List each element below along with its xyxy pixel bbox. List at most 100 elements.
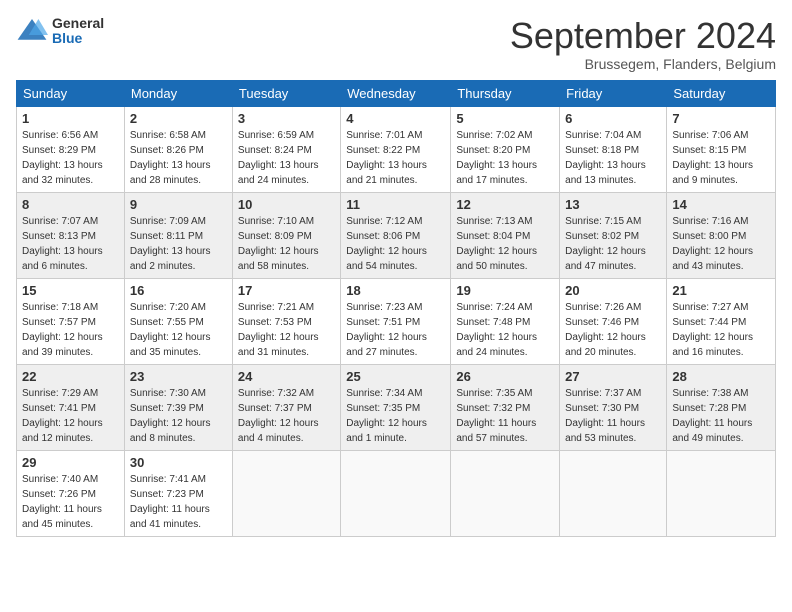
day-number: 12 <box>456 197 554 212</box>
day-info: Sunrise: 7:37 AMSunset: 7:30 PMDaylight:… <box>565 388 645 444</box>
calendar-cell: 11Sunrise: 7:12 AMSunset: 8:06 PMDayligh… <box>341 192 451 278</box>
calendar-cell <box>560 450 667 536</box>
day-info: Sunrise: 7:40 AMSunset: 7:26 PMDaylight:… <box>22 474 102 530</box>
day-header-wednesday: Wednesday <box>341 80 451 106</box>
day-number: 21 <box>672 283 770 298</box>
calendar-cell: 1Sunrise: 6:56 AMSunset: 8:29 PMDaylight… <box>17 106 125 192</box>
day-info: Sunrise: 7:07 AMSunset: 8:13 PMDaylight:… <box>22 216 103 272</box>
calendar-cell: 25 Sunrise: 7:34 AMSunset: 7:35 PMDayligh… <box>341 364 451 450</box>
day-number: 9 <box>130 197 227 212</box>
day-info: Sunrise: 6:56 AMSunset: 8:29 PMDaylight:… <box>22 130 103 186</box>
day-info: Sunrise: 7:29 AMSunset: 7:41 PMDaylight:… <box>22 388 103 444</box>
calendar-cell: 18 Sunrise: 7:23 AMSunset: 7:51 PMDayligh… <box>341 278 451 364</box>
day-number: 28 <box>672 369 770 384</box>
day-info: Sunrise: 7:27 AMSunset: 7:44 PMDaylight:… <box>672 302 753 358</box>
day-number: 7 <box>672 111 770 126</box>
day-header-tuesday: Tuesday <box>232 80 340 106</box>
day-info: Sunrise: 7:38 AMSunset: 7:28 PMDaylight:… <box>672 388 752 444</box>
calendar-cell: 12 Sunrise: 7:13 AMSunset: 8:04 PMDayligh… <box>451 192 560 278</box>
day-header-sunday: Sunday <box>17 80 125 106</box>
calendar-cell: 27 Sunrise: 7:37 AMSunset: 7:30 PMDayligh… <box>560 364 667 450</box>
calendar-table: SundayMondayTuesdayWednesdayThursdayFrid… <box>16 80 776 537</box>
day-info: Sunrise: 7:04 AMSunset: 8:18 PMDaylight:… <box>565 130 646 186</box>
day-header-monday: Monday <box>124 80 232 106</box>
calendar-cell: 3 Sunrise: 6:59 AMSunset: 8:24 PMDaylight… <box>232 106 340 192</box>
calendar-cell: 30 Sunrise: 7:41 AMSunset: 7:23 PMDayligh… <box>124 450 232 536</box>
calendar-cell: 22 Sunrise: 7:29 AMSunset: 7:41 PMDayligh… <box>17 364 125 450</box>
calendar-cell: 6Sunrise: 7:04 AMSunset: 8:18 PMDaylight… <box>560 106 667 192</box>
logo-general-text: General <box>52 16 104 31</box>
day-number: 8 <box>22 197 119 212</box>
day-number: 22 <box>22 369 119 384</box>
day-info: Sunrise: 7:15 AMSunset: 8:02 PMDaylight:… <box>565 216 646 272</box>
day-info: Sunrise: 7:23 AMSunset: 7:51 PMDaylight:… <box>346 302 427 358</box>
calendar-cell: 15Sunrise: 7:18 AMSunset: 7:57 PMDayligh… <box>17 278 125 364</box>
calendar-cell: 17 Sunrise: 7:21 AMSunset: 7:53 PMDayligh… <box>232 278 340 364</box>
calendar-cell <box>451 450 560 536</box>
calendar-cell: 16 Sunrise: 7:20 AMSunset: 7:55 PMDayligh… <box>124 278 232 364</box>
day-info: Sunrise: 7:41 AMSunset: 7:23 PMDaylight:… <box>130 474 210 530</box>
logo-icon <box>16 17 48 45</box>
day-info: Sunrise: 7:02 AMSunset: 8:20 PMDaylight:… <box>456 130 537 186</box>
logo-text: General Blue <box>52 16 104 47</box>
calendar-cell <box>341 450 451 536</box>
day-number: 19 <box>456 283 554 298</box>
day-info: Sunrise: 7:06 AMSunset: 8:15 PMDaylight:… <box>672 130 753 186</box>
day-header-thursday: Thursday <box>451 80 560 106</box>
day-info: Sunrise: 7:09 AMSunset: 8:11 PMDaylight:… <box>130 216 211 272</box>
day-info: Sunrise: 7:01 AMSunset: 8:22 PMDaylight:… <box>346 130 427 186</box>
day-header-saturday: Saturday <box>667 80 776 106</box>
day-number: 16 <box>130 283 227 298</box>
day-number: 20 <box>565 283 661 298</box>
day-info: Sunrise: 7:35 AMSunset: 7:32 PMDaylight:… <box>456 388 536 444</box>
day-info: Sunrise: 6:59 AMSunset: 8:24 PMDaylight:… <box>238 130 319 186</box>
day-number: 18 <box>346 283 445 298</box>
calendar-cell: 4Sunrise: 7:01 AMSunset: 8:22 PMDaylight… <box>341 106 451 192</box>
calendar-cell: 29 Sunrise: 7:40 AMSunset: 7:26 PMDayligh… <box>17 450 125 536</box>
logo: General Blue <box>16 16 104 47</box>
day-number: 24 <box>238 369 335 384</box>
calendar-cell: 9 Sunrise: 7:09 AMSunset: 8:11 PMDaylight… <box>124 192 232 278</box>
day-number: 2 <box>130 111 227 126</box>
day-info: Sunrise: 7:32 AMSunset: 7:37 PMDaylight:… <box>238 388 319 444</box>
day-number: 3 <box>238 111 335 126</box>
day-info: Sunrise: 7:34 AMSunset: 7:35 PMDaylight:… <box>346 388 427 444</box>
day-number: 15 <box>22 283 119 298</box>
day-number: 25 <box>346 369 445 384</box>
day-number: 30 <box>130 455 227 470</box>
calendar-cell: 28 Sunrise: 7:38 AMSunset: 7:28 PMDayligh… <box>667 364 776 450</box>
day-number: 11 <box>346 197 445 212</box>
day-number: 26 <box>456 369 554 384</box>
calendar-week-row: 22 Sunrise: 7:29 AMSunset: 7:41 PMDayligh… <box>17 364 776 450</box>
day-number: 23 <box>130 369 227 384</box>
calendar-cell: 26 Sunrise: 7:35 AMSunset: 7:32 PMDayligh… <box>451 364 560 450</box>
calendar-week-row: 8 Sunrise: 7:07 AMSunset: 8:13 PMDaylight… <box>17 192 776 278</box>
day-info: Sunrise: 7:30 AMSunset: 7:39 PMDaylight:… <box>130 388 211 444</box>
day-number: 17 <box>238 283 335 298</box>
calendar-cell: 23 Sunrise: 7:30 AMSunset: 7:39 PMDayligh… <box>124 364 232 450</box>
day-info: Sunrise: 7:20 AMSunset: 7:55 PMDaylight:… <box>130 302 211 358</box>
calendar-cell: 21 Sunrise: 7:27 AMSunset: 7:44 PMDayligh… <box>667 278 776 364</box>
calendar-cell: 5Sunrise: 7:02 AMSunset: 8:20 PMDaylight… <box>451 106 560 192</box>
day-info: Sunrise: 7:21 AMSunset: 7:53 PMDaylight:… <box>238 302 319 358</box>
calendar-cell: 19Sunrise: 7:24 AMSunset: 7:48 PMDayligh… <box>451 278 560 364</box>
calendar-cell: 13 Sunrise: 7:15 AMSunset: 8:02 PMDayligh… <box>560 192 667 278</box>
day-number: 29 <box>22 455 119 470</box>
day-info: Sunrise: 7:16 AMSunset: 8:00 PMDaylight:… <box>672 216 753 272</box>
month-title: September 2024 <box>510 16 776 56</box>
day-number: 13 <box>565 197 661 212</box>
calendar-cell: 2 Sunrise: 6:58 AMSunset: 8:26 PMDaylight… <box>124 106 232 192</box>
day-number: 10 <box>238 197 335 212</box>
day-number: 14 <box>672 197 770 212</box>
day-info: Sunrise: 6:58 AMSunset: 8:26 PMDaylight:… <box>130 130 211 186</box>
logo-blue-text: Blue <box>52 31 104 46</box>
calendar-cell: 24 Sunrise: 7:32 AMSunset: 7:37 PMDayligh… <box>232 364 340 450</box>
title-block: September 2024 Brussegem, Flanders, Belg… <box>510 16 776 72</box>
day-number: 27 <box>565 369 661 384</box>
day-info: Sunrise: 7:13 AMSunset: 8:04 PMDaylight:… <box>456 216 537 272</box>
calendar-cell <box>667 450 776 536</box>
calendar-week-row: 29 Sunrise: 7:40 AMSunset: 7:26 PMDayligh… <box>17 450 776 536</box>
calendar-cell: 20Sunrise: 7:26 AMSunset: 7:46 PMDayligh… <box>560 278 667 364</box>
location-subtitle: Brussegem, Flanders, Belgium <box>510 56 776 72</box>
calendar-week-row: 15Sunrise: 7:18 AMSunset: 7:57 PMDayligh… <box>17 278 776 364</box>
